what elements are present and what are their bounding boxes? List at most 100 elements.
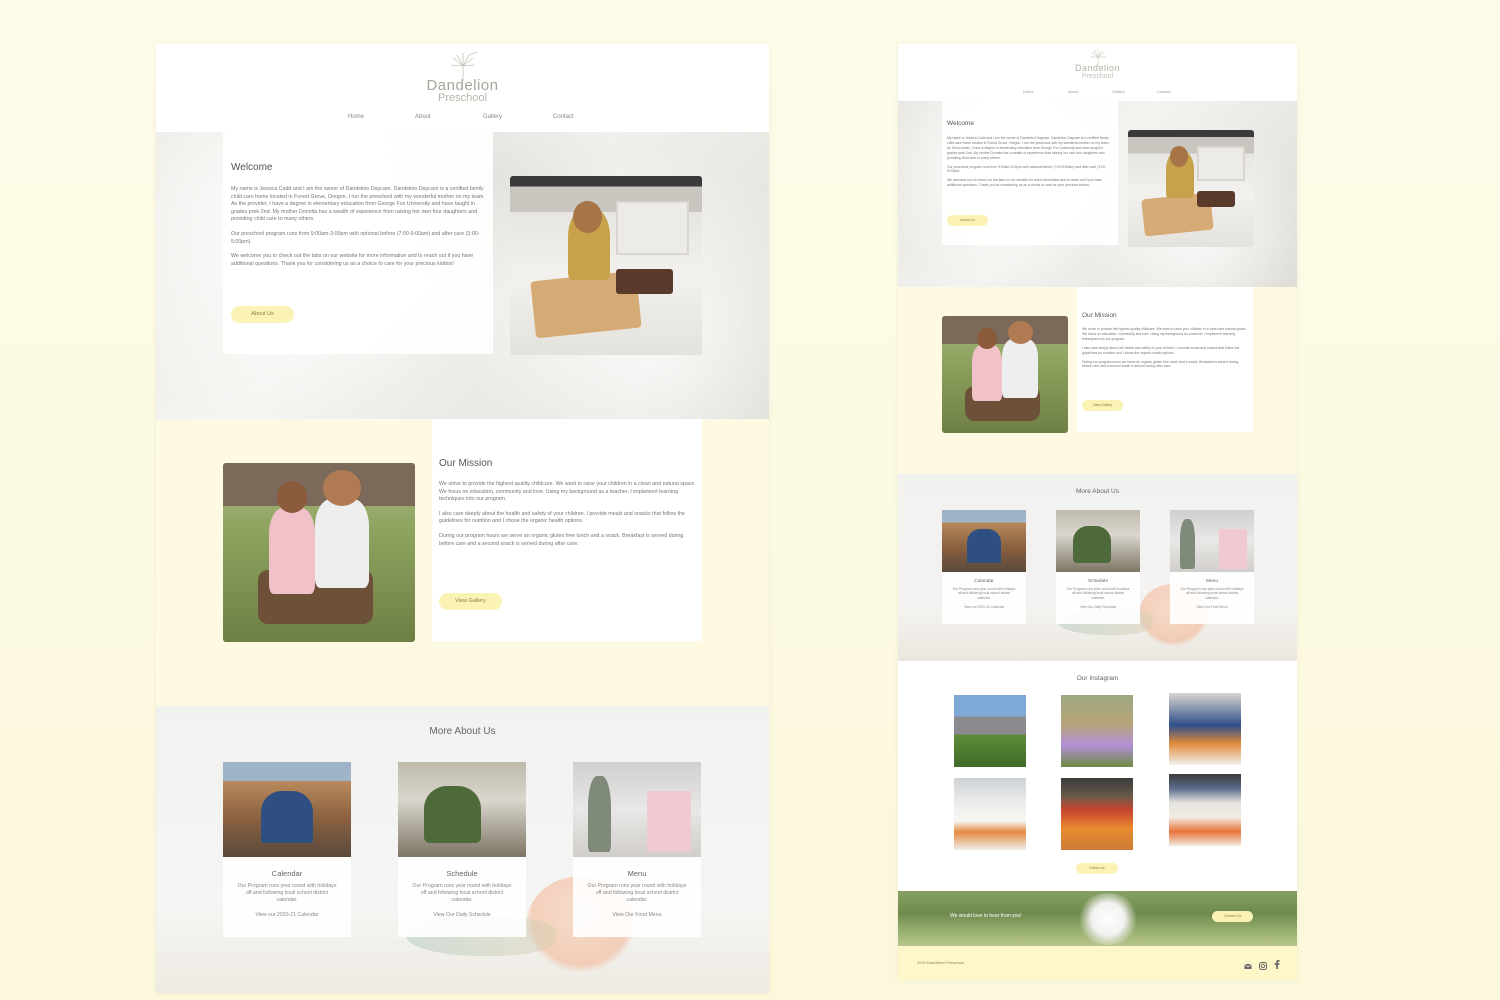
mission-card-small: Our Mission We strive to provide the hig… xyxy=(1077,287,1253,432)
nav-gallery[interactable]: Gallery xyxy=(483,114,502,120)
welcome-paragraph: We welcome you to check out the tabs on … xyxy=(231,253,474,267)
nav-about[interactable]: About xyxy=(415,114,431,120)
instagram-title: Our Instagram xyxy=(1076,675,1119,682)
mission-title: Our Mission xyxy=(1082,312,1117,319)
mission-title: Our Mission xyxy=(439,458,493,469)
menu-link[interactable]: View Our Food Menu xyxy=(573,912,701,918)
calendar-card[interactable]: Calendar Our Program runs year round wit… xyxy=(223,762,351,937)
schedule-photo xyxy=(1056,510,1140,572)
nav-home[interactable]: Home xyxy=(1023,89,1034,94)
brand-sub: Preschool xyxy=(1081,73,1114,80)
site-header: Dandelion Preschool Home About Gallery C… xyxy=(156,44,769,132)
brand-sub: Preschool xyxy=(438,92,487,104)
schedule-card[interactable]: Schedule Our Program runs year round wit… xyxy=(398,762,526,937)
schedule-card[interactable]: Schedule Our Program runs year round wit… xyxy=(1056,510,1140,624)
about-us-button[interactable]: About Us xyxy=(231,306,294,323)
mission-section-small: Our Mission We strive to provide the hig… xyxy=(898,287,1297,474)
more-about-section-small: More About Us Calendar Our Program runs … xyxy=(898,474,1297,661)
more-about-title: More About Us xyxy=(429,726,496,737)
nav-home[interactable]: Home xyxy=(348,114,364,120)
view-gallery-button[interactable]: View Gallery xyxy=(1082,400,1123,411)
contact-text: We would love to hear from you! xyxy=(950,913,1022,919)
mission-section: Our Mission We strive to provide the hig… xyxy=(156,419,769,706)
mission-paragraph: I also care deeply about the health and … xyxy=(1082,345,1240,355)
mission-paragraph: We strive to provide the highest quality… xyxy=(439,481,696,503)
schedule-photo xyxy=(398,762,526,857)
welcome-title: Welcome xyxy=(231,162,273,173)
nav-about[interactable]: About xyxy=(1068,89,1078,94)
hero-section-small: Welcome My name is Jessica Cadd and I am… xyxy=(898,101,1297,287)
instagram-post[interactable] xyxy=(1169,774,1241,846)
site-logo[interactable]: Dandelion Preschool xyxy=(156,51,769,104)
site-footer: 2020 Dandelion Preschool xyxy=(898,946,1297,980)
card-desc: Our Program runs year round with holiday… xyxy=(237,883,337,903)
menu-photo xyxy=(573,762,701,857)
card-title: Schedule xyxy=(446,869,478,878)
mission-card: Our Mission We strive to provide the hig… xyxy=(432,419,702,641)
menu-photo xyxy=(1170,510,1254,572)
welcome-paragraph: My name is Jessica Cadd and I am the own… xyxy=(231,186,485,223)
welcome-text: My name is Jessica Cadd and I am the own… xyxy=(947,136,1113,188)
kids-stump-photo xyxy=(942,316,1068,433)
menu-card[interactable]: Menu Our Program runs year round with ho… xyxy=(1170,510,1254,624)
instagram-post[interactable] xyxy=(1061,778,1133,850)
instagram-icon[interactable] xyxy=(1259,957,1267,975)
card-title: Schedule xyxy=(1087,579,1108,584)
view-gallery-button[interactable]: View Gallery xyxy=(439,593,502,610)
mail-icon[interactable] xyxy=(1244,957,1252,975)
nav-gallery[interactable]: Gallery xyxy=(1112,89,1125,94)
nav-contact[interactable]: Contact xyxy=(553,114,574,120)
kids-stump-photo xyxy=(223,463,415,642)
menu-card[interactable]: Menu Our Program runs year round with ho… xyxy=(573,762,701,937)
calendar-card[interactable]: Calendar Our Program runs year round wit… xyxy=(942,510,1026,624)
facebook-icon[interactable] xyxy=(1274,956,1280,974)
card-title: Calendar xyxy=(271,869,303,878)
schedule-link[interactable]: View Our Daily Schedule xyxy=(398,912,526,918)
girl-puzzle-photo xyxy=(1128,130,1254,247)
instagram-post[interactable] xyxy=(1061,695,1133,767)
instagram-post[interactable] xyxy=(954,778,1026,850)
follow-us-button[interactable]: Follow Us xyxy=(1076,863,1118,874)
mission-paragraph: I also care deeply about the health and … xyxy=(439,510,685,525)
more-about-section: More About Us Calendar Our Program runs … xyxy=(156,706,769,993)
welcome-paragraph: Our preschool program runs from 9:00am-3… xyxy=(947,164,1107,174)
instagram-section: Our Instagram Follow Us xyxy=(898,661,1297,891)
copyright-text: 2020 Dandelion Preschool xyxy=(917,960,964,965)
instagram-post[interactable] xyxy=(1169,693,1241,765)
calendar-link[interactable]: View our 2020-21 Calendar xyxy=(223,912,351,918)
fullpage-mockup: Dandelion Preschool Home About Gallery C… xyxy=(898,44,1297,980)
dandelion-logo-icon xyxy=(443,51,483,82)
mission-text: We strive to provide the highest quality… xyxy=(1082,327,1248,369)
calendar-link[interactable]: View our 2020-21 Calendar xyxy=(942,605,1026,609)
site-logo-small[interactable]: Dandelion Preschool xyxy=(898,48,1297,80)
more-about-title: More About Us xyxy=(1076,488,1119,495)
brand-name: Dandelion xyxy=(1074,63,1121,73)
site-header-small: Dandelion Preschool Home About Gallery C… xyxy=(898,44,1297,101)
mission-paragraph: We strive to provide the highest quality… xyxy=(1082,327,1247,341)
menu-link[interactable]: View Our Food Menu xyxy=(1170,605,1254,609)
instagram-post[interactable] xyxy=(954,695,1026,767)
card-title: Menu xyxy=(627,869,647,878)
card-title: Menu xyxy=(1206,579,1218,584)
calendar-photo xyxy=(223,762,351,857)
girl-puzzle-photo xyxy=(510,176,702,355)
mission-paragraph: During our program hours we serve an org… xyxy=(1082,359,1239,369)
welcome-paragraph: We welcome you to check out the tabs on … xyxy=(947,178,1103,188)
about-us-button[interactable]: About Us xyxy=(947,215,988,226)
contact-us-button[interactable]: Contact Us xyxy=(1212,911,1253,922)
welcome-title: Welcome xyxy=(947,120,974,127)
card-desc: Our Program runs year round with holiday… xyxy=(1066,587,1130,600)
calendar-photo xyxy=(942,510,1026,572)
welcome-card: Welcome My name is Jessica Cadd and I am… xyxy=(223,132,493,354)
nav-contact[interactable]: Contact xyxy=(1157,89,1171,94)
welcome-paragraph: Our preschool program runs from 9:00am-3… xyxy=(231,230,480,245)
card-title: Calendar xyxy=(974,579,994,584)
mission-text: We strive to provide the highest quality… xyxy=(439,481,697,548)
card-desc: Our Program runs year round with holiday… xyxy=(587,883,687,903)
mission-paragraph: During our program hours we serve an org… xyxy=(439,532,684,547)
card-desc: Our Program runs year round with holiday… xyxy=(952,587,1016,600)
welcome-text: My name is Jessica Cadd and I am the own… xyxy=(231,186,487,268)
desktop-mockup: Dandelion Preschool Home About Gallery C… xyxy=(156,44,769,993)
schedule-link[interactable]: View Our Daily Schedule xyxy=(1056,605,1140,609)
dandelion-puff-image xyxy=(1076,893,1140,945)
